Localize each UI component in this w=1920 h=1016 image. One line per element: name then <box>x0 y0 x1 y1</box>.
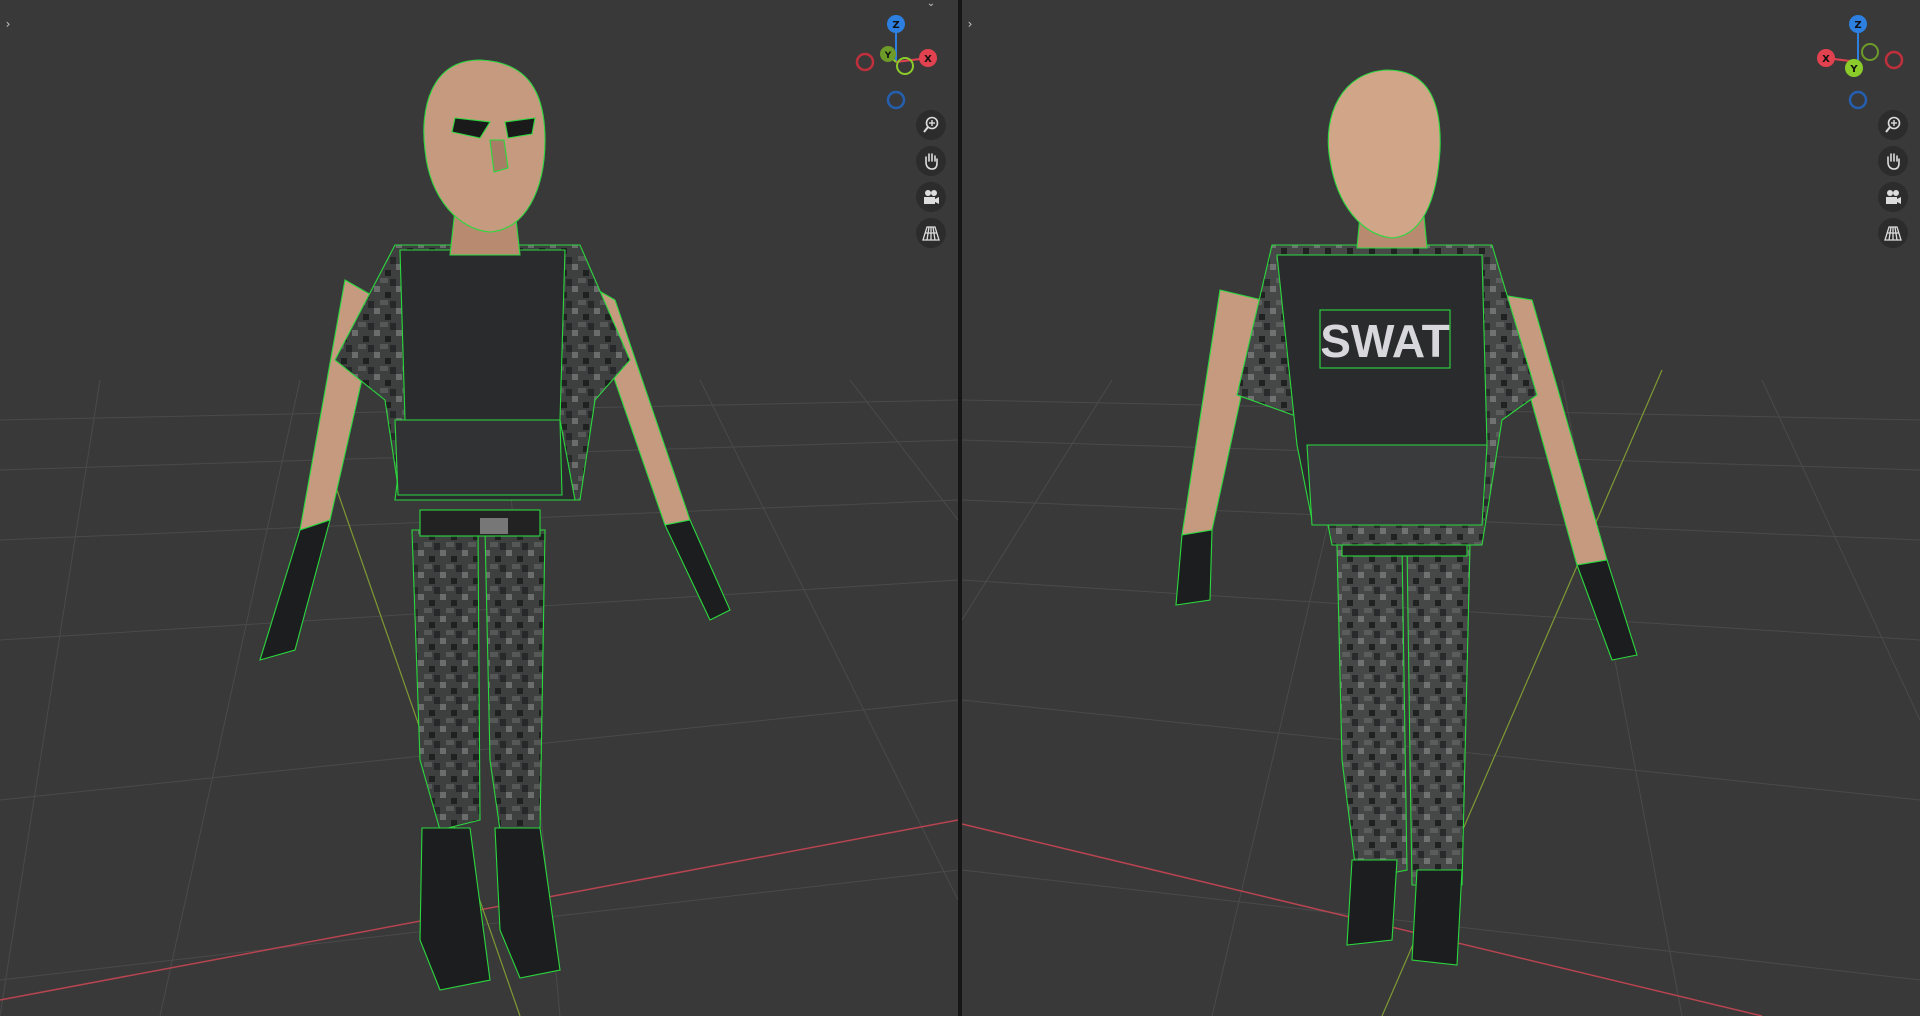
navigation-gizmo[interactable]: Z X Y <box>848 10 944 110</box>
camera-icon[interactable] <box>1878 182 1908 212</box>
toolbar-expand-arrow[interactable]: › <box>2 14 14 34</box>
zoom-icon[interactable] <box>916 110 946 140</box>
header-collapse-arrow[interactable]: ⌄ <box>924 0 938 10</box>
toolbar-expand-arrow[interactable]: › <box>964 14 976 34</box>
svg-text:Y: Y <box>884 51 892 61</box>
svg-text:X: X <box>924 54 932 65</box>
svg-text:Z: Z <box>1854 20 1861 31</box>
svg-text:X: X <box>1822 54 1830 65</box>
grid-perspective-icon[interactable] <box>1878 218 1908 248</box>
viewport-back[interactable]: SWAT › Z X Y <box>962 0 1920 1016</box>
hand-pan-icon[interactable] <box>1878 146 1908 176</box>
zoom-icon[interactable] <box>1878 110 1908 140</box>
gizmo-neg-z-axis[interactable] <box>886 90 906 110</box>
svg-text:Z: Z <box>892 20 899 31</box>
navigation-gizmo[interactable]: Z X Y <box>1810 10 1906 110</box>
scene-front[interactable] <box>0 0 958 1016</box>
gizmo-neg-x-axis[interactable] <box>1884 50 1904 70</box>
vest-label: SWAT <box>1320 315 1449 367</box>
gizmo-neg-y-axis[interactable] <box>1861 43 1879 61</box>
swat-character-back[interactable]: SWAT <box>1175 69 1638 966</box>
swat-character-front[interactable] <box>259 59 731 991</box>
grid-perspective-icon[interactable] <box>916 218 946 248</box>
hand-pan-icon[interactable] <box>916 146 946 176</box>
navigation-tools <box>1878 110 1908 254</box>
svg-text:Y: Y <box>1849 64 1858 75</box>
navigation-tools <box>916 110 946 254</box>
gizmo-neg-z-axis[interactable] <box>1848 90 1868 110</box>
viewport-front[interactable]: › ⌄ Z X Y <box>0 0 958 1016</box>
scene-back[interactable]: SWAT <box>962 0 1920 1016</box>
viewport-area: › ⌄ Z X Y SWAT › Z X Y <box>0 0 1920 1016</box>
camera-icon[interactable] <box>916 182 946 212</box>
gizmo-neg-x-axis[interactable] <box>855 52 875 72</box>
